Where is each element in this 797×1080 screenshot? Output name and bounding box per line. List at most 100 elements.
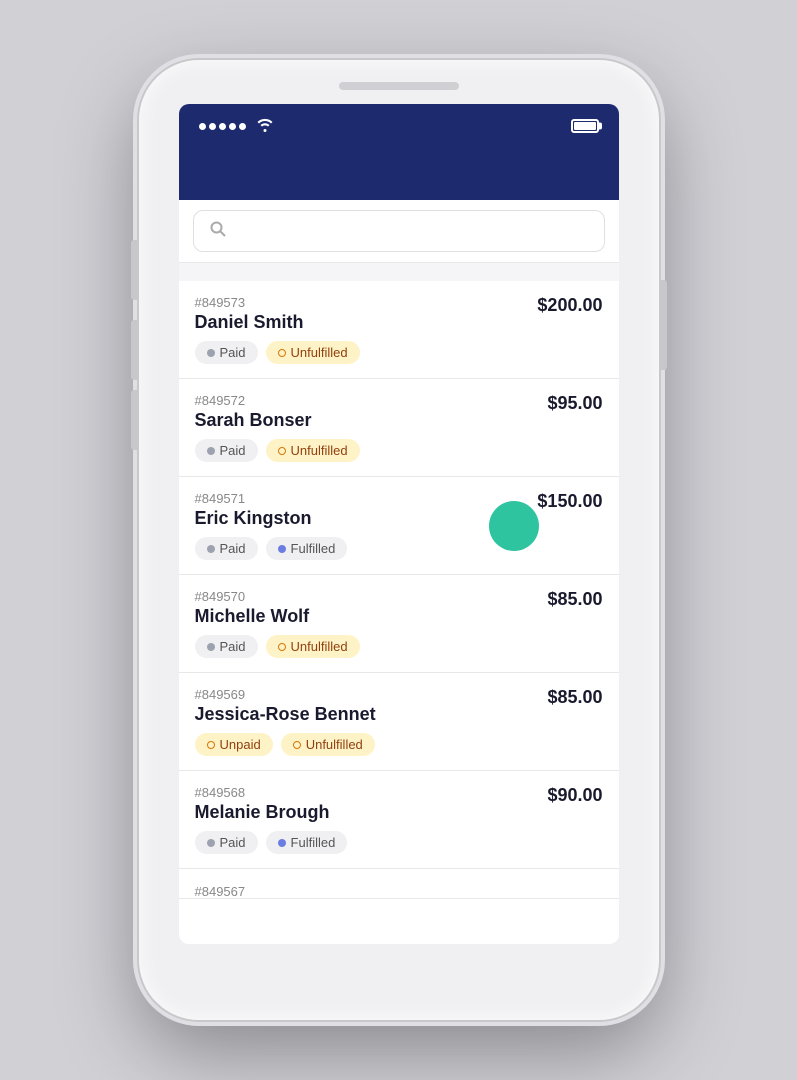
wifi-icon xyxy=(256,118,274,135)
order-name: Daniel Smith xyxy=(195,312,304,333)
order-top-row: #849570 Michelle Wolf $85.00 xyxy=(195,589,603,627)
signal-dot-5 xyxy=(239,123,246,130)
tag-dot xyxy=(207,545,215,553)
order-top-row: #849568 Melanie Brough $90.00 xyxy=(195,785,603,823)
order-info: #849570 Michelle Wolf xyxy=(195,589,310,627)
order-tag-paid: Paid xyxy=(195,537,258,560)
order-number: #849573 xyxy=(195,295,304,310)
order-item[interactable]: #849568 Melanie Brough $90.00 Paid Fulfi… xyxy=(179,771,619,869)
order-tags: Paid Fulfilled xyxy=(195,831,603,854)
order-number: #849572 xyxy=(195,393,312,408)
order-name: Melanie Brough xyxy=(195,802,330,823)
order-top-row: #849572 Sarah Bonser $95.00 xyxy=(195,393,603,431)
phone-screen: #849573 Daniel Smith $200.00 Paid Unfulf… xyxy=(179,104,619,944)
section-header xyxy=(179,263,619,281)
notification-dot xyxy=(489,501,539,551)
tag-dot xyxy=(293,741,301,749)
tag-label: Unfulfilled xyxy=(291,639,348,654)
search-container xyxy=(179,200,619,263)
tag-label: Unfulfilled xyxy=(291,345,348,360)
tag-label: Unfulfilled xyxy=(306,737,363,752)
order-tags: Paid Unfulfilled xyxy=(195,439,603,462)
order-item[interactable]: #849573 Daniel Smith $200.00 Paid Unfulf… xyxy=(179,281,619,379)
order-name: Jessica-Rose Bennet xyxy=(195,704,376,725)
order-price: $85.00 xyxy=(547,589,602,610)
order-price: $85.00 xyxy=(547,687,602,708)
order-tag-unfulfilled: Unfulfilled xyxy=(266,635,360,658)
order-top-row: #849569 Jessica-Rose Bennet $85.00 xyxy=(195,687,603,725)
order-tag-paid: Paid xyxy=(195,439,258,462)
order-price: $200.00 xyxy=(537,295,602,316)
tag-dot xyxy=(207,643,215,651)
signal-dot-3 xyxy=(219,123,226,130)
order-tag-fulfilled: Fulfilled xyxy=(266,831,348,854)
order-tag-paid: Paid xyxy=(195,635,258,658)
tag-dot xyxy=(207,447,215,455)
order-info: #849568 Melanie Brough xyxy=(195,785,330,823)
order-tags: Paid Unfulfilled xyxy=(195,341,603,364)
order-tag-unfulfilled: Unfulfilled xyxy=(281,733,375,756)
tag-dot xyxy=(207,741,215,749)
order-name: Michelle Wolf xyxy=(195,606,310,627)
order-tags: Paid Unfulfilled xyxy=(195,635,603,658)
tag-label: Fulfilled xyxy=(291,835,336,850)
order-number: #849567 xyxy=(195,884,246,899)
order-price: $95.00 xyxy=(547,393,602,414)
order-tags: Unpaid Unfulfilled xyxy=(195,733,603,756)
battery-icon xyxy=(571,119,599,133)
order-number: #849569 xyxy=(195,687,376,702)
tag-label: Unpaid xyxy=(220,737,261,752)
order-info: #849569 Jessica-Rose Bennet xyxy=(195,687,376,725)
tag-label: Paid xyxy=(220,345,246,360)
status-bar xyxy=(179,104,619,148)
order-name: Eric Kingston xyxy=(195,508,312,529)
order-top-row: #849571 Eric Kingston $150.00 xyxy=(195,491,603,529)
order-tag-paid: Paid xyxy=(195,341,258,364)
signal-dot-4 xyxy=(229,123,236,130)
order-tag-unpaid: Unpaid xyxy=(195,733,273,756)
order-tag-paid: Paid xyxy=(195,831,258,854)
tag-dot xyxy=(207,349,215,357)
order-top-row: #849573 Daniel Smith $200.00 xyxy=(195,295,603,333)
order-name: Sarah Bonser xyxy=(195,410,312,431)
tag-label: Unfulfilled xyxy=(291,443,348,458)
order-tag-unfulfilled: Unfulfilled xyxy=(266,439,360,462)
app-header xyxy=(179,148,619,200)
order-item[interactable]: #849572 Sarah Bonser $95.00 Paid Unfulfi… xyxy=(179,379,619,477)
tag-label: Paid xyxy=(220,639,246,654)
order-info: #849572 Sarah Bonser xyxy=(195,393,312,431)
tag-dot xyxy=(278,643,286,651)
search-box[interactable] xyxy=(193,210,605,252)
order-number: #849571 xyxy=(195,491,312,506)
tag-label: Fulfilled xyxy=(291,541,336,556)
order-tag-fulfilled: Fulfilled xyxy=(266,537,348,560)
orders-list: #849573 Daniel Smith $200.00 Paid Unfulf… xyxy=(179,281,619,944)
tag-dot xyxy=(278,545,286,553)
order-tag-unfulfilled: Unfulfilled xyxy=(266,341,360,364)
battery-fill xyxy=(574,122,596,130)
order-number: #849570 xyxy=(195,589,310,604)
search-icon xyxy=(210,221,226,242)
phone-frame: #849573 Daniel Smith $200.00 Paid Unfulf… xyxy=(139,60,659,1020)
tag-label: Paid xyxy=(220,541,246,556)
order-item[interactable]: #849567 xyxy=(179,869,619,899)
tag-dot xyxy=(278,447,286,455)
signal-dot-2 xyxy=(209,123,216,130)
tag-dot xyxy=(278,349,286,357)
order-item[interactable]: #849571 Eric Kingston $150.00 Paid Fulfi… xyxy=(179,477,619,575)
order-number: #849568 xyxy=(195,785,330,800)
tag-label: Paid xyxy=(220,835,246,850)
speaker-slot xyxy=(339,82,459,90)
order-info: #849573 Daniel Smith xyxy=(195,295,304,333)
order-tags: Paid Fulfilled xyxy=(195,537,603,560)
order-price: $90.00 xyxy=(547,785,602,806)
tag-dot xyxy=(207,839,215,847)
order-info: #849571 Eric Kingston xyxy=(195,491,312,529)
tag-label: Paid xyxy=(220,443,246,458)
order-price: $150.00 xyxy=(537,491,602,512)
order-item[interactable]: #849569 Jessica-Rose Bennet $85.00 Unpai… xyxy=(179,673,619,771)
status-right xyxy=(561,119,599,133)
tag-dot xyxy=(278,839,286,847)
order-item[interactable]: #849570 Michelle Wolf $85.00 Paid Unfulf… xyxy=(179,575,619,673)
signal-dots xyxy=(199,123,246,130)
